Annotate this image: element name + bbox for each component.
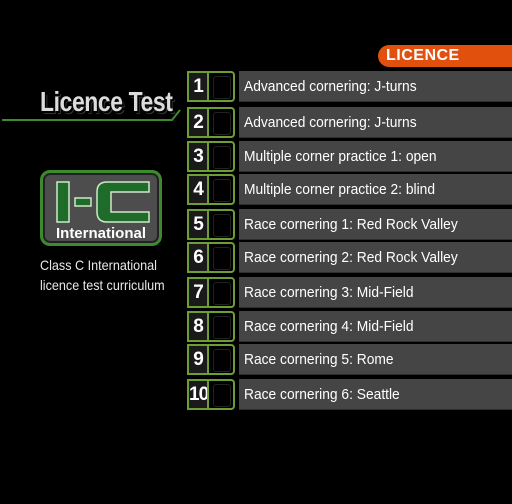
test-name-text: Multiple corner practice 2: blind [244, 181, 436, 198]
test-name[interactable]: Multiple corner practice 2: blind [239, 174, 512, 205]
test-row[interactable]: 6 Race cornering 2: Red Rock Valley [187, 242, 512, 273]
test-name[interactable]: Advanced cornering: J-turns [239, 107, 512, 138]
test-number: 10 [187, 379, 209, 410]
test-number: 5 [187, 209, 207, 240]
test-name[interactable]: Multiple corner practice 1: open [239, 141, 512, 172]
ic-logo-icon [56, 181, 150, 223]
test-name-text: Race cornering 2: Red Rock Valley [244, 249, 458, 266]
test-row[interactable]: 7 Race cornering 3: Mid-Field [187, 277, 512, 308]
test-number: 4 [187, 174, 207, 205]
license-badge: International [40, 170, 162, 246]
trophy-slot-icon [207, 209, 235, 240]
test-number: 9 [187, 344, 207, 375]
test-row[interactable]: 3 Multiple corner practice 1: open [187, 141, 512, 172]
test-number: 6 [187, 242, 207, 273]
test-name[interactable]: Race cornering 2: Red Rock Valley [239, 242, 512, 273]
test-name[interactable]: Race cornering 3: Mid-Field [239, 277, 512, 308]
test-name-text: Race cornering 3: Mid-Field [244, 284, 414, 301]
trophy-slot-icon [207, 379, 235, 410]
test-number: 7 [187, 277, 207, 308]
test-number: 1 [187, 71, 207, 102]
badge-label: International [55, 225, 146, 242]
test-row[interactable]: 1 Advanced cornering: J-turns [187, 71, 512, 102]
test-row[interactable]: 4 Multiple corner practice 2: blind [187, 174, 512, 205]
trophy-slot-icon [207, 242, 235, 273]
licence-tab[interactable]: LICENCE [378, 45, 512, 67]
test-number: 8 [187, 311, 207, 342]
test-number: 2 [187, 107, 207, 138]
test-row[interactable]: 9 Race cornering 5: Rome [187, 344, 512, 375]
test-name-text: Race cornering 1: Red Rock Valley [244, 216, 458, 233]
test-name-text: Advanced cornering: J-turns [244, 78, 417, 95]
test-name-text: Advanced cornering: J-turns [244, 114, 417, 131]
trophy-slot-icon [207, 344, 235, 375]
trophy-slot-icon [207, 141, 235, 172]
test-name[interactable]: Race cornering 1: Red Rock Valley [239, 209, 512, 240]
test-row[interactable]: 8 Race cornering 4: Mid-Field [187, 311, 512, 342]
test-number: 3 [187, 141, 207, 172]
curriculum-description: Class C International licence test curri… [40, 257, 165, 293]
test-name-text: Race cornering 4: Mid-Field [244, 318, 414, 335]
test-row[interactable]: 2 Advanced cornering: J-turns [187, 107, 512, 138]
trophy-slot-icon [207, 277, 235, 308]
test-name[interactable]: Race cornering 6: Seattle [239, 379, 512, 410]
test-name[interactable]: Advanced cornering: J-turns [239, 71, 512, 102]
test-name[interactable]: Race cornering 5: Rome [239, 344, 512, 375]
trophy-slot-icon [207, 174, 235, 205]
trophy-slot-icon [207, 71, 235, 102]
test-row[interactable]: 10 Race cornering 6: Seattle [187, 379, 512, 410]
test-name[interactable]: Race cornering 4: Mid-Field [239, 311, 512, 342]
trophy-slot-icon [207, 107, 235, 138]
test-row[interactable]: 5 Race cornering 1: Red Rock Valley [187, 209, 512, 240]
test-name-text: Multiple corner practice 1: open [244, 148, 437, 165]
page-title: Licence Test [40, 86, 173, 117]
test-name-text: Race cornering 5: Rome [244, 351, 394, 368]
test-name-text: Race cornering 6: Seattle [244, 386, 400, 403]
trophy-slot-icon [207, 311, 235, 342]
